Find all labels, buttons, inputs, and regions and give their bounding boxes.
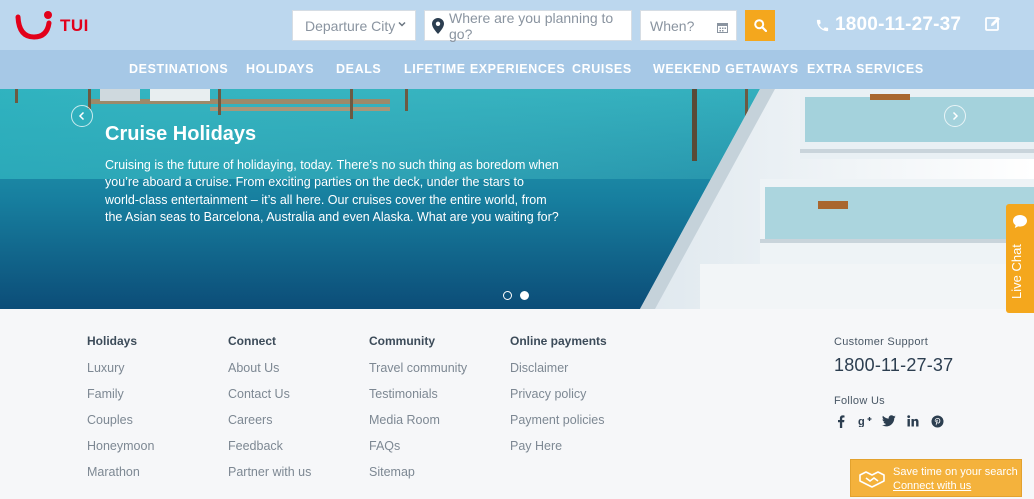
footer-column-title: Online payments bbox=[510, 334, 607, 348]
tui-smile-icon bbox=[15, 11, 52, 40]
nav-item-lifetime-experiences[interactable]: LIFETIME EXPERIENCES bbox=[404, 50, 565, 89]
handshake-icon bbox=[858, 469, 886, 494]
footer-link-partner-with-us[interactable]: Partner with us bbox=[228, 465, 311, 481]
chevron-right-icon bbox=[952, 111, 959, 121]
footer-link-family[interactable]: Family bbox=[87, 387, 154, 403]
follow-us-label: Follow Us bbox=[834, 395, 885, 407]
facebook-icon[interactable] bbox=[834, 414, 848, 428]
footer-link-payment-policies[interactable]: Payment policies bbox=[510, 413, 607, 429]
footer-link-luxury[interactable]: Luxury bbox=[87, 361, 154, 377]
customer-support-label: Customer Support bbox=[834, 336, 929, 348]
nav-item-destinations[interactable]: DESTINATIONS bbox=[129, 50, 228, 89]
footer-link-travel-community[interactable]: Travel community bbox=[369, 361, 467, 377]
footer-column-title: Connect bbox=[228, 334, 276, 348]
footer-link-disclaimer[interactable]: Disclaimer bbox=[510, 361, 607, 377]
footer-link-privacy-policy[interactable]: Privacy policy bbox=[510, 387, 607, 403]
customer-support: Customer Support 1800-11-27-37 Follow Us… bbox=[834, 336, 953, 428]
hero-title: Cruise Holidays bbox=[105, 123, 257, 145]
footer-link-contact-us[interactable]: Contact Us bbox=[228, 387, 311, 403]
footer-link-careers[interactable]: Careers bbox=[228, 413, 311, 429]
live-chat-label: Live Chat bbox=[1009, 244, 1024, 299]
footer-link-pay-here[interactable]: Pay Here bbox=[510, 439, 607, 455]
hero-description: Cruising is the future of holidaying, to… bbox=[105, 158, 559, 224]
footer-column-title: Holidays bbox=[87, 334, 138, 348]
tui-logo[interactable]: TUI bbox=[14, 8, 104, 44]
brand-name: TUI bbox=[60, 16, 89, 35]
twitter-icon[interactable] bbox=[882, 414, 896, 428]
nav-item-deals[interactable]: DEALS bbox=[336, 50, 381, 89]
footer-link-couples[interactable]: Couples bbox=[87, 413, 154, 429]
footer-column-community: Community Travel community Testimonials … bbox=[369, 334, 467, 481]
pinterest-icon[interactable] bbox=[930, 414, 944, 428]
nav-item-extra-services[interactable]: EXTRA SERVICES bbox=[807, 50, 924, 89]
main-nav: DESTINATIONS HOLIDAYS DEALS LIFETIME EXP… bbox=[0, 50, 1034, 89]
chevron-left-icon bbox=[78, 111, 85, 121]
hero-carousel: Cruise Holidays Cruising is the future o… bbox=[0, 89, 1034, 309]
nav-item-weekend-getaways[interactable]: WEEKEND GETAWAYS bbox=[653, 50, 799, 89]
footer-column-holidays: Holidays Luxury Family Couples Honeymoon… bbox=[87, 334, 154, 481]
map-pin-icon bbox=[432, 18, 444, 37]
footer-link-feedback[interactable]: Feedback bbox=[228, 439, 311, 455]
footer-column-connect: Connect About Us Contact Us Careers Feed… bbox=[228, 334, 311, 481]
customer-support-phone[interactable]: 1800-11-27-37 bbox=[834, 355, 953, 376]
footer-link-testimonials[interactable]: Testimonials bbox=[369, 387, 467, 403]
search-icon bbox=[753, 19, 767, 32]
destination-placeholder: Where are you planning to go? bbox=[449, 9, 614, 42]
connect-with-us-link[interactable]: Connect with us bbox=[893, 479, 1018, 493]
nav-item-cruises[interactable]: CRUISES bbox=[572, 50, 632, 89]
social-links: g bbox=[834, 414, 953, 428]
search-button[interactable] bbox=[745, 10, 775, 41]
destination-input[interactable]: Where are you planning to go? bbox=[424, 9, 632, 42]
connect-banner-text: Save time on your search Connect with us bbox=[893, 465, 1018, 493]
footer-link-faqs[interactable]: FAQs bbox=[369, 439, 467, 455]
footer-link-sitemap[interactable]: Sitemap bbox=[369, 465, 467, 481]
carousel-prev-button[interactable] bbox=[71, 105, 93, 127]
phone-icon bbox=[815, 18, 830, 33]
footer-column-online-payments: Online payments Disclaimer Privacy polic… bbox=[510, 334, 607, 455]
header: TUI Departure City Where are you plannin… bbox=[0, 0, 1034, 50]
footer-link-media-room[interactable]: Media Room bbox=[369, 413, 467, 429]
chat-bubble-icon bbox=[1012, 214, 1028, 234]
footer-link-honeymoon[interactable]: Honeymoon bbox=[87, 439, 154, 455]
connect-banner-line: Save time on your search bbox=[893, 466, 1018, 478]
footer-link-about-us[interactable]: About Us bbox=[228, 361, 311, 377]
date-placeholder: When? bbox=[650, 17, 695, 34]
google-plus-icon[interactable]: g bbox=[858, 414, 872, 428]
live-chat-tab[interactable]: Live Chat bbox=[1006, 204, 1034, 313]
chevron-down-icon bbox=[397, 19, 407, 32]
header-phone[interactable]: 1800-11-27-37 bbox=[815, 12, 961, 38]
footer-link-marathon[interactable]: Marathon bbox=[87, 465, 154, 481]
calendar-icon bbox=[717, 20, 728, 36]
carousel-dot-2[interactable] bbox=[520, 291, 529, 300]
departure-city-placeholder: Departure City bbox=[305, 17, 396, 34]
header-phone-number: 1800-11-27-37 bbox=[835, 14, 962, 35]
svg-text:g: g bbox=[858, 416, 865, 427]
departure-city-select[interactable]: Departure City bbox=[292, 10, 416, 41]
carousel-dot-1[interactable] bbox=[503, 291, 512, 300]
edit-icon[interactable] bbox=[985, 16, 1001, 32]
nav-item-holidays[interactable]: HOLIDAYS bbox=[246, 50, 314, 89]
date-input[interactable]: When? bbox=[640, 10, 737, 41]
carousel-next-button[interactable] bbox=[944, 105, 966, 127]
footer-column-title: Community bbox=[369, 334, 435, 348]
connect-with-us-banner[interactable]: Save time on your search Connect with us bbox=[850, 459, 1022, 497]
linkedin-icon[interactable] bbox=[906, 414, 920, 428]
